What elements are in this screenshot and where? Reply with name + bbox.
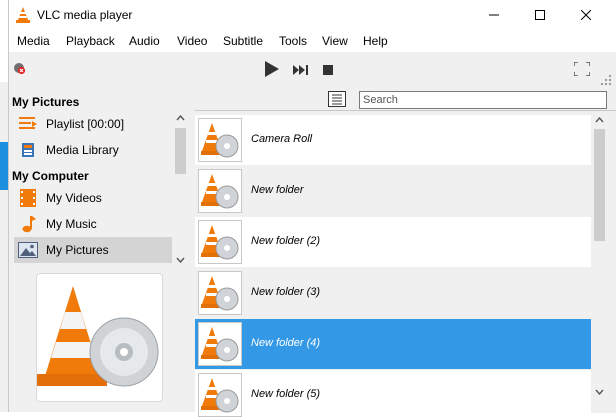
stop-icon: [323, 65, 333, 75]
scrollbar-thumb[interactable]: [594, 129, 605, 241]
menu-playback[interactable]: Playback: [66, 34, 115, 48]
menu-help[interactable]: Help: [363, 34, 388, 48]
menu-audio[interactable]: Audio: [129, 34, 160, 48]
menu-media[interactable]: Media: [17, 34, 50, 48]
resize-grip-icon: [601, 74, 611, 88]
list-item[interactable]: New folder (2): [195, 217, 591, 267]
list-item[interactable]: New folder (5): [195, 370, 591, 420]
sidebar-item-label: Playlist [00:00]: [46, 117, 125, 131]
view-mode-button[interactable]: [328, 91, 346, 110]
vlc-cone-disc-art: [37, 286, 159, 387]
player-toolbar: [9, 52, 616, 86]
scrollbar-thumb[interactable]: [175, 128, 186, 174]
sidebar-scrollbar[interactable]: [172, 110, 188, 268]
list-item-selected[interactable]: New folder (4): [195, 319, 591, 369]
minimize-button[interactable]: [471, 0, 517, 30]
menu-tools[interactable]: Tools: [279, 34, 307, 48]
maximize-icon: [535, 10, 545, 20]
menu-video[interactable]: Video: [177, 34, 207, 48]
fullscreen-icon: [573, 61, 591, 77]
sidebar-item-my-videos[interactable]: My Videos: [14, 185, 172, 211]
maximize-button[interactable]: [517, 0, 563, 30]
media-library-icon: [16, 141, 40, 159]
vlc-cone-thumbnail-icon: [198, 322, 242, 366]
sidebar-item-label: Media Library: [46, 143, 119, 157]
item-name: New folder (5): [251, 388, 321, 400]
vlc-cone-thumbnail-icon: [198, 118, 242, 162]
close-button[interactable]: [563, 0, 609, 30]
scroll-up-icon: [595, 117, 604, 123]
close-icon: [581, 10, 591, 20]
vlc-cone-thumbnail-icon: [198, 271, 242, 315]
scroll-up-icon: [176, 115, 185, 121]
vlc-cone-thumbnail-icon: [198, 373, 242, 417]
item-name: New folder (4): [251, 337, 321, 349]
vlc-cone-thumbnail-icon: [198, 169, 242, 213]
music-note-icon: [16, 215, 40, 233]
section-header-my-pictures: My Pictures: [12, 95, 80, 109]
section-header-my-computer: My Computer: [12, 169, 89, 183]
scroll-down-icon: [176, 257, 185, 263]
picture-icon: [16, 242, 40, 258]
album-art: [36, 273, 163, 402]
sidebar-item-my-music[interactable]: My Music: [14, 211, 172, 237]
vlc-cone-icon: [16, 7, 30, 26]
item-name: Camera Roll: [251, 133, 313, 145]
desktop-backdrop: [0, 82, 8, 412]
vlc-cone-thumbnail-icon: [198, 220, 242, 264]
item-name: New folder (3): [251, 286, 321, 298]
sidebar-item-my-pictures[interactable]: My Pictures: [14, 237, 172, 263]
menu-view[interactable]: View: [322, 34, 348, 48]
vlc-window: VLC media player Media Playback Audio Vi…: [8, 0, 616, 420]
next-button[interactable]: [293, 64, 309, 78]
item-name: New folder (2): [251, 235, 321, 247]
minimize-icon: [489, 14, 499, 16]
menu-bar: Media Playback Audio Video Subtitle Tool…: [9, 30, 616, 52]
playlist-icon: [16, 116, 40, 132]
sidebar-item-label: My Music: [46, 217, 97, 231]
search-input[interactable]: [359, 91, 607, 109]
next-icon: [293, 65, 308, 75]
list-item[interactable]: New folder: [195, 166, 591, 216]
title-bar: VLC media player: [9, 0, 616, 30]
menu-subtitle[interactable]: Subtitle: [223, 34, 263, 48]
list-item[interactable]: New folder (3): [195, 268, 591, 318]
file-list-scrollbar[interactable]: [591, 111, 608, 413]
sidebar-item-label: My Pictures: [46, 243, 109, 257]
sidebar-item-media-library[interactable]: Media Library: [14, 137, 172, 163]
fullscreen-button[interactable]: [573, 61, 591, 79]
item-name: New folder: [251, 184, 304, 196]
sidebar-item-playlist[interactable]: Playlist [00:00]: [14, 111, 172, 137]
record-stop-icon[interactable]: [12, 61, 26, 78]
stop-button[interactable]: [323, 64, 333, 78]
file-list: Camera Roll New folder New folder (2) Ne…: [195, 110, 616, 420]
sidebar-item-label: My Videos: [46, 191, 102, 205]
play-icon: [265, 61, 279, 77]
film-icon: [16, 189, 40, 207]
scroll-down-icon: [595, 389, 604, 395]
play-button[interactable]: [265, 61, 279, 80]
window-title: VLC media player: [37, 8, 133, 22]
list-view-icon: [328, 91, 346, 107]
list-item[interactable]: Camera Roll: [195, 115, 591, 165]
